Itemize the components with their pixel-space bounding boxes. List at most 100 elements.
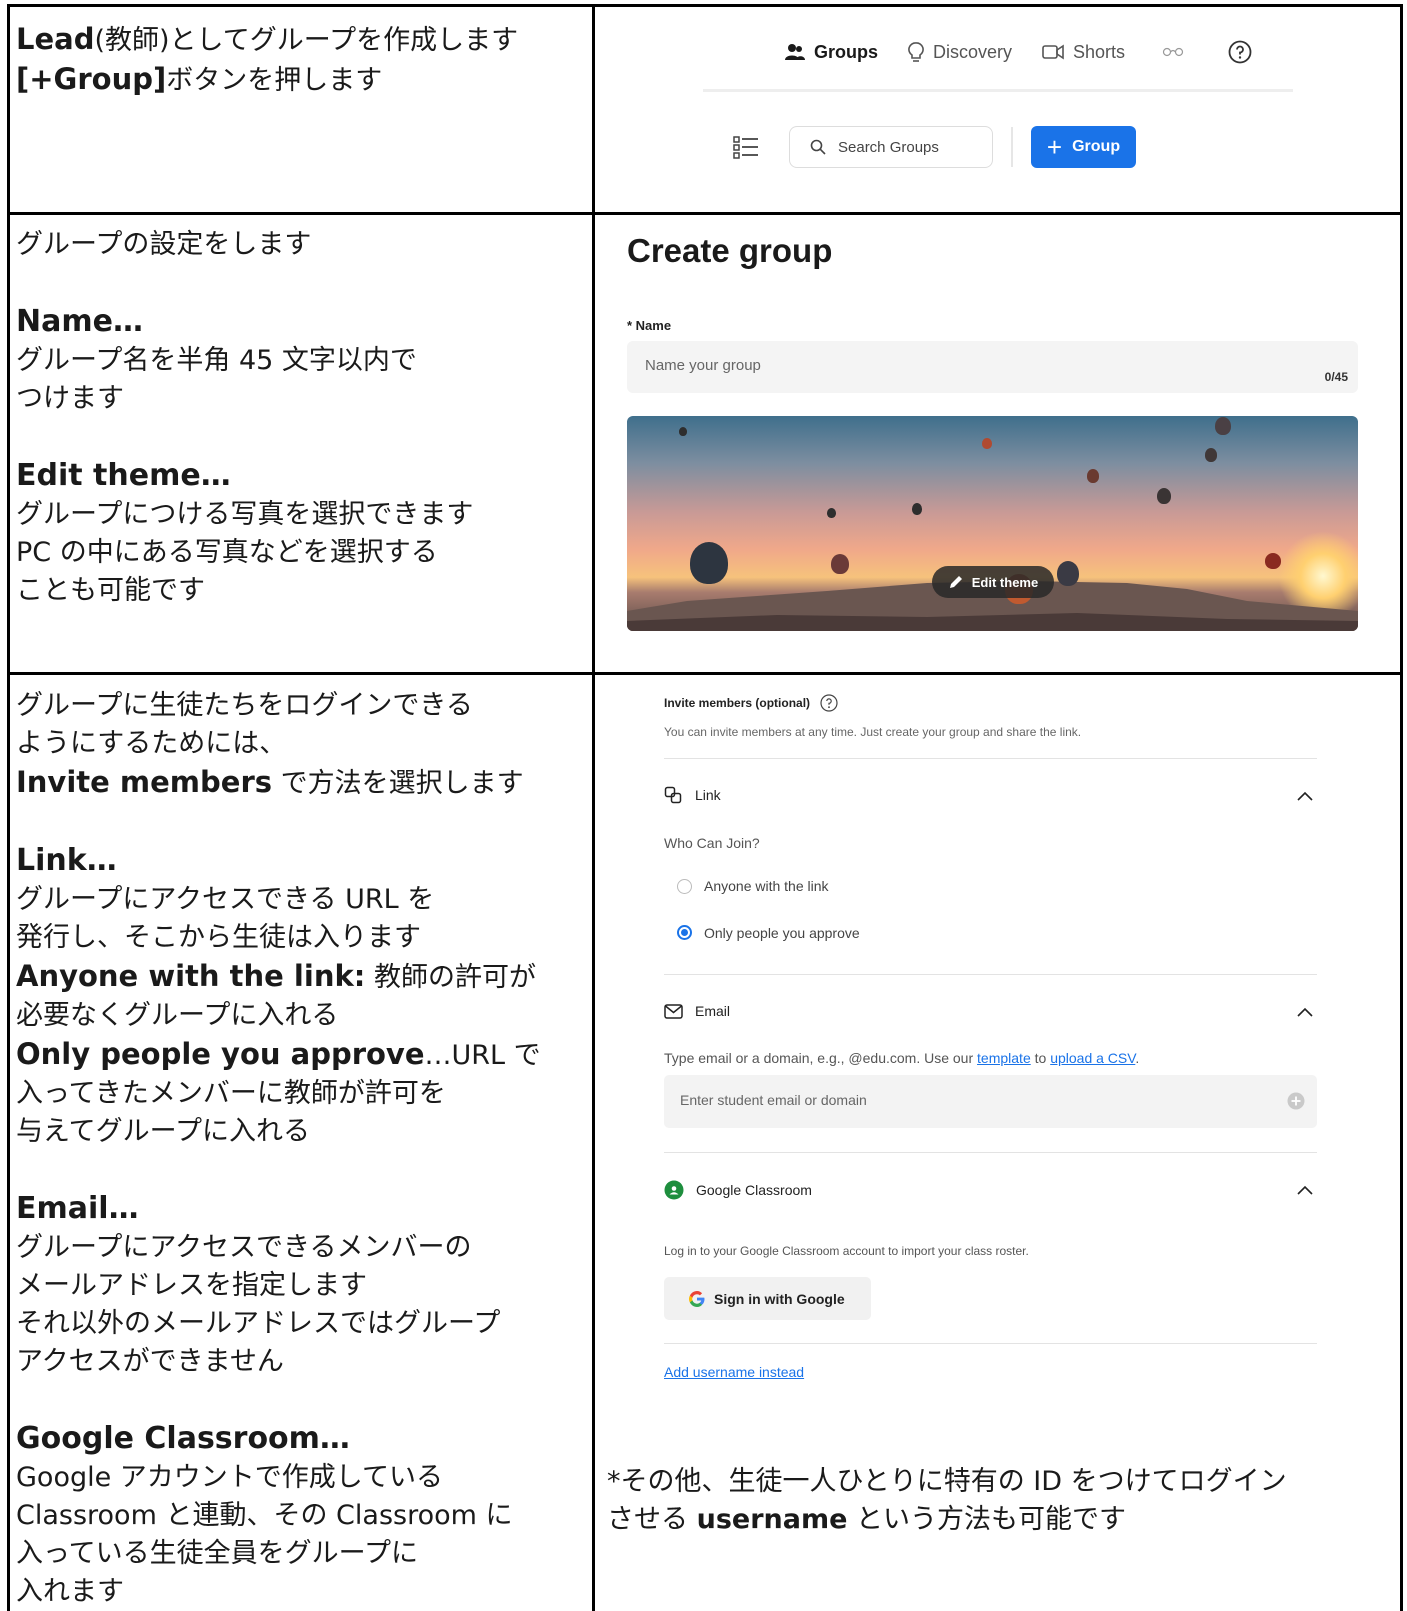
only-approve-desc-3: 与えてグループに入れる <box>16 1116 311 1147</box>
nav-discovery[interactable]: Discovery <box>908 42 1012 63</box>
gc-desc-2: Classroom と連動、その Classroom に <box>16 1500 513 1531</box>
upload-csv-link[interactable]: upload a CSV <box>1050 1050 1135 1066</box>
balloon <box>1205 448 1217 462</box>
glasses-icon <box>1162 47 1184 57</box>
row3-line3: で方法を選択します <box>272 768 524 799</box>
link-desc-2: 発行し、そこから生徒は入ります <box>16 922 421 953</box>
balloon <box>1215 417 1231 435</box>
groups-icon <box>785 44 805 60</box>
row2-instructions: グループの設定をします Name… グループ名を半角 45 文字以内で つけます… <box>16 226 473 610</box>
theme-image: Edit theme <box>627 416 1358 631</box>
invite-members-keyword: Invite members <box>16 765 273 799</box>
email-description: Type email or a domain, e.g., @edu.com. … <box>664 1050 1139 1066</box>
nav-help[interactable] <box>1228 40 1261 64</box>
name-heading: Name… <box>16 304 143 339</box>
row3-instructions: グループに生徒たちをログインできる ようにするためには、 Invite memb… <box>16 687 541 1611</box>
nav-groups[interactable]: Groups <box>785 42 878 63</box>
help-icon <box>1228 40 1252 64</box>
note-line2-pre: させる <box>607 1504 697 1535</box>
anyone-desc: 教師の許可が <box>365 962 536 993</box>
help-icon[interactable] <box>820 694 838 712</box>
email-desc-2: メールアドレスを指定します <box>16 1270 367 1301</box>
balloon <box>690 542 728 584</box>
chevron-up-icon[interactable] <box>1297 1185 1313 1195</box>
email-desc-text: Type email or a domain, e.g., @edu.com. … <box>664 1050 978 1066</box>
gc-desc-1: Google アカウントで作成している <box>16 1462 443 1493</box>
add-group-button[interactable]: + Group <box>1031 126 1136 168</box>
email-desc-period: . <box>1135 1050 1140 1066</box>
chevron-up-icon[interactable] <box>1297 1007 1313 1017</box>
add-username-link[interactable]: Add username instead <box>664 1364 804 1380</box>
google-classroom-icon <box>664 1180 684 1200</box>
note-line1: *その他、生徒一人ひとりに特有の ID をつけてログイン <box>607 1466 1287 1497</box>
email-desc-3: それ以外のメールアドレスではグループ <box>16 1308 501 1339</box>
plus-icon: + <box>1046 132 1063 162</box>
radio-anyone[interactable] <box>677 879 692 894</box>
link-section-header[interactable]: Link <box>664 786 721 804</box>
balloon <box>827 508 836 518</box>
search-icon <box>810 139 826 155</box>
email-desc-4: アクセスができません <box>16 1346 284 1377</box>
anyone-desc-2: 必要なくグループに入れる <box>16 1000 339 1031</box>
edit-theme-label: Edit theme <box>971 574 1039 590</box>
theme-heading: Edit theme… <box>16 458 231 493</box>
name-desc-2: つけます <box>16 383 124 414</box>
list-view-icon[interactable] <box>733 135 759 159</box>
lightbulb-icon <box>908 42 924 62</box>
toolbar-divider <box>1011 127 1013 167</box>
nav-glasses[interactable] <box>1161 46 1194 58</box>
section-divider <box>664 974 1317 975</box>
create-group-title: Create group <box>627 232 833 269</box>
row3-line2: ようにするためには、 <box>16 728 287 759</box>
balloon <box>1157 488 1171 504</box>
char-counter: 0/45 <box>1324 370 1348 384</box>
table-row-divider-2 <box>7 672 1403 675</box>
link-heading: Link… <box>16 843 117 878</box>
top-nav: Groups Discovery Shorts <box>785 32 1291 72</box>
only-approve-label[interactable]: Only people you approve <box>704 925 860 941</box>
gc-heading: Google Classroom… <box>16 1421 350 1456</box>
gc-section-header[interactable]: Google Classroom <box>664 1180 812 1200</box>
only-approve-desc-2: 入ってきたメンバーに教師が許可を <box>16 1078 446 1109</box>
edit-theme-button[interactable]: Edit theme <box>932 566 1054 598</box>
gc-desc-4: 入れます <box>16 1576 124 1607</box>
nav-groups-label: Groups <box>814 41 879 62</box>
google-btn-label: Sign in with Google <box>714 1290 845 1307</box>
email-heading: Email… <box>16 1191 139 1226</box>
table-border-right <box>1400 4 1403 1611</box>
theme-desc-1: グループにつける写真を選択できます <box>16 499 474 530</box>
google-g-icon <box>689 1290 705 1307</box>
username-keyword: username <box>696 1504 848 1535</box>
nav-shorts[interactable]: Shorts <box>1042 42 1125 63</box>
email-section-header[interactable]: Email <box>664 1003 730 1019</box>
note-line2-rest: という方法も可能です <box>847 1504 1126 1535</box>
invite-subtitle: You can invite members at any time. Just… <box>664 725 1082 739</box>
balloon <box>912 503 922 515</box>
section-divider <box>664 758 1317 759</box>
row2-intro: グループの設定をします <box>16 229 312 260</box>
search-groups-input[interactable]: Search Groups <box>789 126 993 168</box>
section-divider <box>664 1152 1317 1153</box>
invite-title: Invite members (optional) <box>664 694 838 712</box>
anyone-label[interactable]: Anyone with the link <box>704 878 829 894</box>
student-email-input[interactable]: Enter student email or domain <box>664 1075 1317 1128</box>
nav-shorts-label: Shorts <box>1073 41 1126 62</box>
search-placeholder: Search Groups <box>838 138 939 156</box>
link-icon <box>664 786 682 804</box>
sign-in-google-button[interactable]: Sign in with Google <box>664 1277 871 1320</box>
radio-only-approve[interactable] <box>677 925 692 940</box>
group-name-input[interactable]: Name your group 0/45 <box>627 341 1358 393</box>
template-link[interactable]: template <box>977 1050 1031 1066</box>
row1-instructions: Lead(教師)としてグループを作成します [+Group]ボタンを押します <box>16 20 518 100</box>
email-desc-to: to <box>1030 1050 1051 1066</box>
section-divider <box>664 1343 1317 1344</box>
add-circle-icon[interactable] <box>1287 1092 1305 1110</box>
balloon <box>982 438 992 449</box>
table-border-left <box>7 4 10 1611</box>
theme-desc-3: ことも可能です <box>16 575 205 606</box>
who-can-join-label: Who Can Join? <box>664 835 760 851</box>
balloon <box>1087 469 1099 483</box>
row1-line1: (教師)としてグループを作成します <box>94 25 519 56</box>
email-desc-1: グループにアクセスできるメンバーの <box>16 1232 472 1263</box>
chevron-up-icon[interactable] <box>1297 791 1313 801</box>
